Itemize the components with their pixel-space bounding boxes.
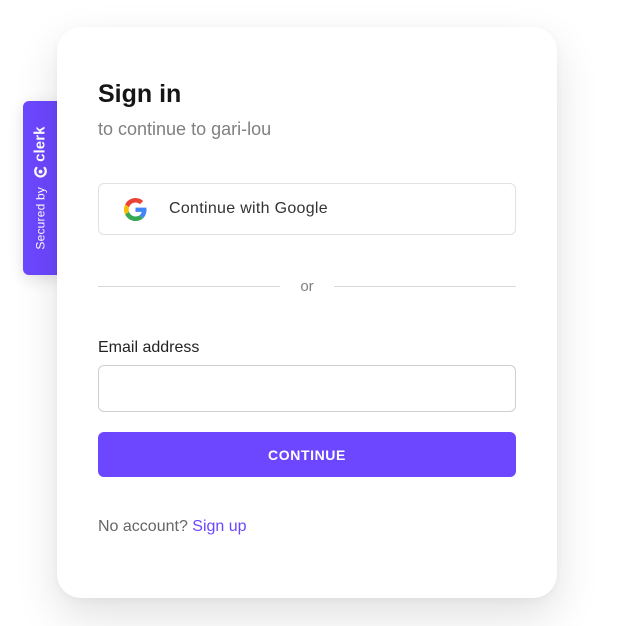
continue-with-google-label: Continue with Google (169, 200, 328, 217)
secured-badge-inner: Secured by clerk (23, 101, 57, 275)
sign-up-prompt: No account? Sign up (98, 518, 247, 536)
clerk-brand-text: clerk (31, 126, 49, 162)
google-icon (124, 198, 147, 221)
email-address-input[interactable] (98, 365, 516, 412)
page-title: Sign in (98, 80, 182, 108)
page-subtitle: to continue to gari-lou (98, 119, 272, 139)
sign-up-link[interactable]: Sign up (192, 518, 246, 535)
clerk-logo: clerk (32, 126, 49, 179)
continue-with-google-button[interactable]: Continue with Google (98, 183, 516, 235)
google-logo-svg (124, 198, 147, 221)
divider-right-line (334, 286, 516, 287)
divider-or-text: or (300, 278, 314, 295)
divider-left-line (98, 286, 280, 287)
secured-by-label: Secured by (33, 186, 47, 250)
secured-badge-content: Secured by clerk (32, 126, 49, 249)
email-address-label: Email address (98, 339, 200, 356)
clerk-logo-icon (33, 167, 47, 178)
continue-button[interactable]: CONTINUE (98, 432, 516, 477)
no-account-text: No account? (98, 518, 188, 535)
sign-in-card: Sign in to continue to gari-lou Continue… (57, 27, 557, 598)
